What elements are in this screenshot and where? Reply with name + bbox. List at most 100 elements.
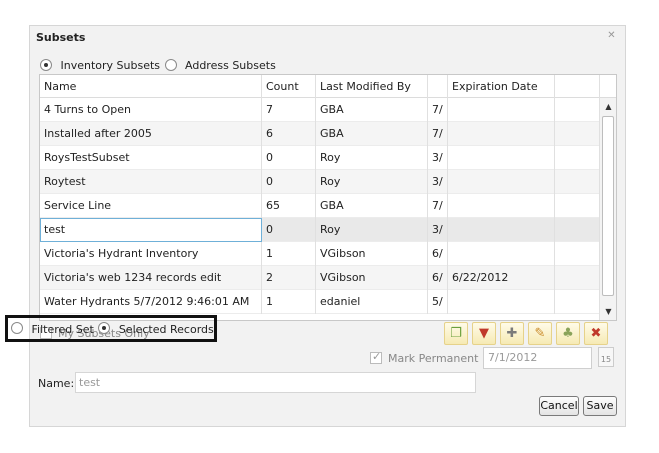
table-cell bbox=[448, 290, 555, 314]
copy-icon[interactable]: ❐ bbox=[444, 322, 468, 345]
table-cell bbox=[448, 194, 555, 218]
filtered-set-radio[interactable] bbox=[11, 322, 23, 334]
grid-scrollbar[interactable]: ▲ ▼ bbox=[599, 98, 616, 320]
save-button[interactable]: Save bbox=[583, 396, 617, 416]
table-cell: VGibson bbox=[316, 266, 428, 290]
selected-records-label[interactable]: Selected Records bbox=[119, 323, 214, 336]
table-cell: 7/ bbox=[428, 194, 448, 218]
table-cell: Installed after 2005 bbox=[40, 122, 262, 146]
table-cell: Roytest bbox=[40, 170, 262, 194]
table-row[interactable]: 4 Turns to Open 7 GBA 7/ bbox=[40, 98, 600, 122]
mark-permanent-label: Mark Permanent bbox=[388, 352, 479, 365]
expiration-date-input[interactable]: 7/1/2012 bbox=[483, 347, 592, 369]
table-cell bbox=[448, 242, 555, 266]
table-row[interactable]: RoysTestSubset 0 Roy 3/ bbox=[40, 146, 600, 170]
scroll-down-icon[interactable]: ▼ bbox=[604, 307, 613, 316]
column-header-last-modified[interactable]: Last Modified By bbox=[316, 75, 428, 98]
table-cell: Water Hydrants 5/7/2012 9:46:01 AM bbox=[40, 290, 262, 314]
mark-permanent-checkbox[interactable] bbox=[370, 350, 382, 364]
table-cell: edaniel bbox=[316, 290, 428, 314]
table-row[interactable]: Victoria's Hydrant Inventory 1 VGibson 6/ bbox=[40, 242, 600, 266]
dialog-title: Subsets bbox=[36, 31, 86, 44]
address-subsets-label[interactable]: Address Subsets bbox=[185, 59, 276, 72]
subsets-dialog: Subsets ✕ Inventory Subsets Address Subs… bbox=[29, 25, 626, 427]
inventory-subsets-radio[interactable] bbox=[40, 59, 52, 71]
table-cell: 3/ bbox=[428, 218, 448, 242]
column-header-date[interactable] bbox=[428, 75, 448, 98]
grid-header: Name Count Last Modified By Expiration D… bbox=[40, 75, 616, 98]
table-row[interactable]: test 0 Roy 3/ bbox=[40, 218, 600, 242]
name-label: Name: bbox=[38, 377, 75, 390]
table-cell: 1 bbox=[262, 242, 316, 266]
column-header-extra bbox=[555, 75, 600, 98]
subset-type-group: Inventory Subsets Address Subsets bbox=[40, 58, 276, 72]
table-cell: Victoria's Hydrant Inventory bbox=[40, 242, 262, 266]
table-row[interactable]: Roytest 0 Roy 3/ bbox=[40, 170, 600, 194]
table-cell: VGibson bbox=[316, 242, 428, 266]
name-input[interactable]: test bbox=[75, 372, 476, 393]
table-cell bbox=[448, 146, 555, 170]
address-subsets-radio[interactable] bbox=[164, 59, 177, 71]
table-cell: 65 bbox=[262, 194, 316, 218]
table-cell: 6/22/2012 bbox=[448, 266, 555, 290]
inventory-subsets-label[interactable]: Inventory Subsets bbox=[61, 59, 161, 72]
table-cell bbox=[448, 170, 555, 194]
table-cell: 0 bbox=[262, 218, 316, 242]
table-row[interactable]: Service Line 65 GBA 7/ bbox=[40, 194, 600, 218]
table-cell: Roy bbox=[316, 218, 428, 242]
title-bar: Subsets ✕ bbox=[30, 26, 625, 48]
scroll-up-icon[interactable]: ▲ bbox=[604, 102, 613, 111]
table-cell: 7/ bbox=[428, 122, 448, 146]
table-cell bbox=[448, 98, 555, 122]
table-cell bbox=[555, 242, 600, 266]
table-cell: 3/ bbox=[428, 170, 448, 194]
filtered-set-label[interactable]: Filtered Set bbox=[32, 323, 94, 336]
scroll-thumb[interactable] bbox=[602, 116, 614, 296]
table-cell: Service Line bbox=[40, 194, 262, 218]
table-cell bbox=[448, 122, 555, 146]
table-cell: 3/ bbox=[428, 146, 448, 170]
table-cell: GBA bbox=[316, 122, 428, 146]
table-cell: 0 bbox=[262, 146, 316, 170]
delete-icon[interactable]: ✖ bbox=[584, 322, 608, 345]
filter-mode-group: Filtered Set Selected Records bbox=[11, 322, 214, 336]
column-header-count[interactable]: Count bbox=[262, 75, 316, 98]
table-cell: test bbox=[40, 218, 262, 242]
table-cell: 7 bbox=[262, 98, 316, 122]
table-row[interactable]: Installed after 2005 6 GBA 7/ bbox=[40, 122, 600, 146]
table-cell bbox=[555, 98, 600, 122]
table-cell bbox=[555, 194, 600, 218]
subsets-grid: Name Count Last Modified By Expiration D… bbox=[39, 74, 617, 321]
table-cell: RoysTestSubset bbox=[40, 146, 262, 170]
column-header-name[interactable]: Name bbox=[40, 75, 262, 98]
column-header-expiration[interactable]: Expiration Date bbox=[448, 75, 555, 98]
filter-icon[interactable]: ▼ bbox=[472, 322, 496, 345]
table-cell bbox=[555, 122, 600, 146]
table-cell bbox=[555, 290, 600, 314]
table-cell: 1 bbox=[262, 290, 316, 314]
table-cell bbox=[555, 266, 600, 290]
table-row[interactable]: Water Hydrants 5/7/2012 9:46:01 AM 1 edani… bbox=[40, 290, 600, 314]
mark-permanent[interactable]: Mark Permanent bbox=[370, 350, 479, 365]
table-cell: 5/ bbox=[428, 290, 448, 314]
table-cell bbox=[555, 170, 600, 194]
table-cell bbox=[555, 218, 600, 242]
table-cell: GBA bbox=[316, 98, 428, 122]
edit-icon[interactable]: ✎ bbox=[528, 322, 552, 345]
calendar-icon[interactable]: 15 bbox=[598, 347, 614, 367]
calendar-day-label: 15 bbox=[600, 355, 612, 364]
table-row[interactable]: Victoria's web 1234 records edit 2 VGibson… bbox=[40, 266, 600, 290]
table-cell: 6/ bbox=[428, 266, 448, 290]
close-icon[interactable]: ✕ bbox=[606, 31, 617, 42]
table-cell: 7/ bbox=[428, 98, 448, 122]
add-icon[interactable]: ✚ bbox=[500, 322, 524, 345]
table-cell: Victoria's web 1234 records edit bbox=[40, 266, 262, 290]
table-cell: 4 Turns to Open bbox=[40, 98, 262, 122]
table-cell: 0 bbox=[262, 170, 316, 194]
table-cell: GBA bbox=[316, 194, 428, 218]
table-cell: 2 bbox=[262, 266, 316, 290]
table-cell: 6 bbox=[262, 122, 316, 146]
cancel-button[interactable]: Cancel bbox=[539, 396, 579, 416]
share-icon[interactable]: ♣ bbox=[556, 322, 580, 345]
selected-records-radio[interactable] bbox=[98, 322, 111, 334]
